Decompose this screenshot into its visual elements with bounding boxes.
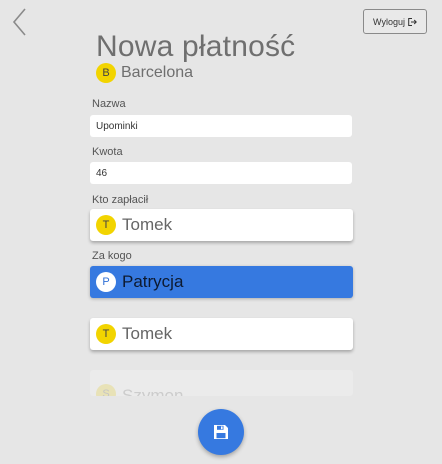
for-whom-label: Za kogo (92, 250, 132, 262)
amount-label: Kwota (92, 146, 123, 158)
logout-button[interactable]: Wyloguj (363, 9, 427, 34)
for-whom-item[interactable]: T Tomek (90, 318, 353, 350)
avatar: S (96, 384, 116, 396)
avatar: T (96, 324, 116, 344)
group-indicator: B Barcelona (96, 63, 193, 83)
person-name: Patrycja (122, 272, 184, 291)
avatar: P (96, 272, 116, 292)
avatar: T (96, 215, 116, 235)
name-label: Nazwa (92, 98, 126, 110)
amount-input[interactable] (90, 162, 352, 184)
logout-label: Wyloguj (373, 16, 405, 27)
payer-label: Kto zapłacił (92, 194, 149, 206)
chevron-left-icon (12, 8, 26, 36)
group-name: Barcelona (121, 64, 194, 81)
save-button[interactable] (198, 409, 244, 455)
group-badge: B (96, 63, 116, 83)
back-button[interactable] (8, 6, 32, 40)
floppy-disk-icon (214, 425, 228, 439)
person-name: Tomek (122, 215, 173, 234)
for-whom-item[interactable]: P Patrycja (90, 266, 353, 298)
sign-out-icon (408, 17, 417, 26)
for-whom-item[interactable]: S Szymon (90, 370, 353, 396)
payer-select[interactable]: T Tomek (90, 209, 353, 241)
page-title: Nowa płatność (96, 30, 296, 63)
person-name: Szymon (122, 386, 184, 396)
person-name: Tomek (122, 324, 173, 343)
name-input[interactable] (90, 115, 352, 137)
